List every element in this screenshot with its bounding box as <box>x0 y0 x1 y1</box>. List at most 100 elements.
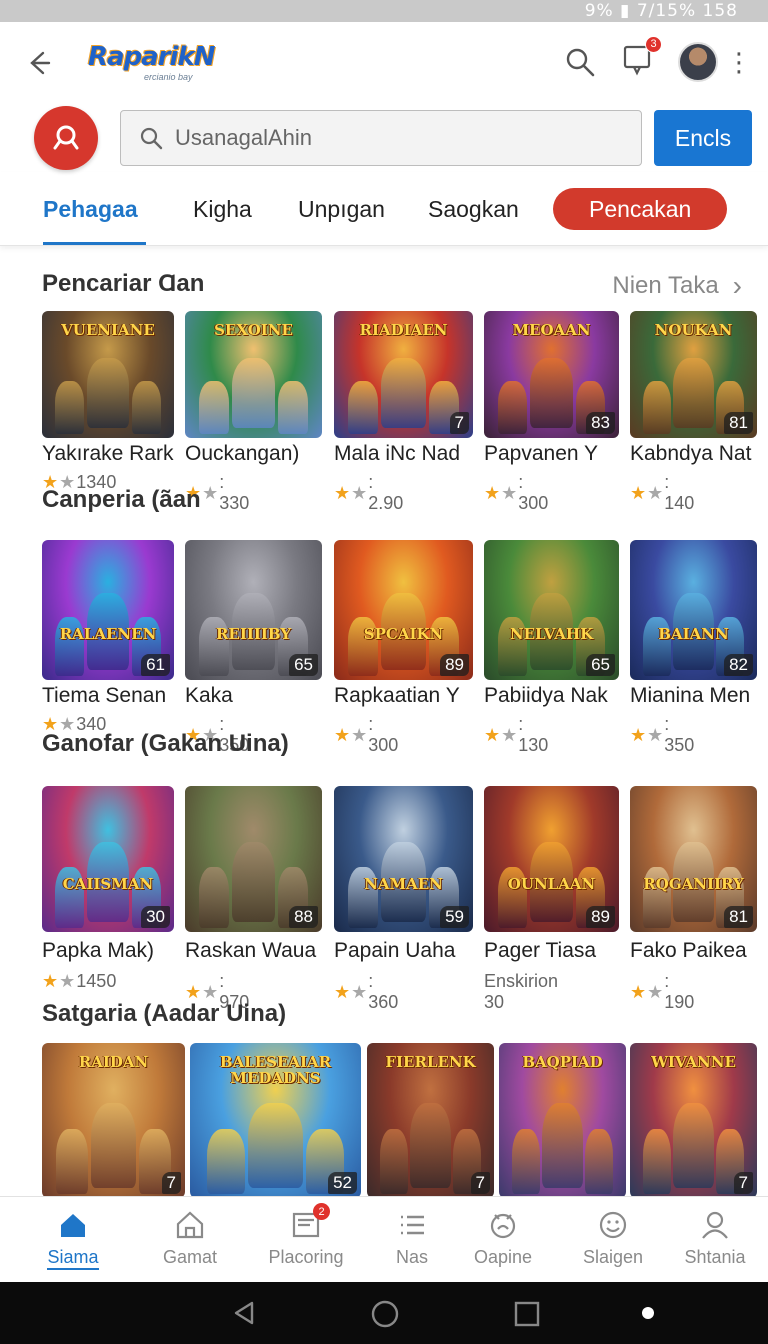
nav-label: Slaigen <box>582 1247 644 1267</box>
character-figure <box>248 1102 303 1188</box>
character-figure <box>131 380 161 434</box>
level-badge: 59 <box>440 906 469 928</box>
tab-saogkan[interactable]: Saogkan <box>428 196 519 223</box>
nav-item-siama[interactable]: Siama <box>18 1209 128 1270</box>
game-thumbnail[interactable]: FIERLENK 7 <box>367 1043 494 1196</box>
game-thumbnail[interactable]: BALESEAIAR MEDADNS 52 <box>190 1043 361 1196</box>
tab-kigha[interactable]: Kigha <box>193 196 252 223</box>
character-figure <box>231 841 276 922</box>
nav-item-placoring[interactable]: 2 Placoring <box>251 1203 361 1268</box>
smile-icon <box>599 1211 627 1239</box>
game-thumbnail[interactable]: MEOAAN 83 <box>484 311 619 438</box>
back-nav-icon[interactable] <box>232 1300 256 1326</box>
game-thumbnail[interactable]: RAIDAN 7 <box>42 1043 185 1196</box>
game-name: Tiema Senan <box>42 684 167 707</box>
see-more-link[interactable]: Nien Taka › <box>612 270 742 302</box>
game-art-title: FIERLENK <box>385 1053 476 1071</box>
level-badge: 61 <box>141 654 170 676</box>
search-placeholder: UsanagalAhin <box>175 125 312 150</box>
nav-label: Nas <box>395 1247 428 1267</box>
game-art-title: BAIANN <box>658 624 729 643</box>
app-bar: RaparikN ercianio bay 3 ⋮ <box>0 22 768 104</box>
game-name: Papvanen Y <box>484 442 599 465</box>
character-figure <box>381 358 426 428</box>
nav-item-oapine[interactable]: Oapine <box>448 1209 558 1268</box>
game-thumbnail[interactable]: REIIIIBY 65 <box>185 540 322 680</box>
character-figure <box>542 1102 583 1188</box>
game-thumbnail[interactable]: RIADIAEN 7 <box>334 311 473 438</box>
game-art-title: CAIISMAN <box>62 874 154 893</box>
character-figure <box>86 358 130 428</box>
game-thumbnail[interactable]: NAMAEN 59 <box>334 786 473 932</box>
game-art-title: MEOAAN <box>512 321 591 339</box>
game-thumbnail[interactable]: BAIANN 82 <box>630 540 757 680</box>
game-art-title: REIIIIBY <box>215 624 292 643</box>
character-figure <box>347 380 379 434</box>
character-figure <box>56 1128 88 1194</box>
nav-label: Shtania <box>684 1247 746 1267</box>
game-art-title: NELVAHK <box>509 624 594 643</box>
game-name: Pabiidya Nak <box>484 684 608 707</box>
list-icon <box>401 1215 424 1235</box>
system-navigation-bar <box>0 1282 768 1344</box>
game-thumbnail[interactable]: SPCAIKN 89 <box>334 540 473 680</box>
game-thumbnail[interactable]: 88 <box>185 786 322 932</box>
nav-item-shtania[interactable]: Shtania <box>660 1209 768 1268</box>
game-thumbnail[interactable]: VUENIANE <box>42 311 174 438</box>
game-thumbnail[interactable]: CAIISMAN 30 <box>42 786 174 932</box>
search-icon[interactable] <box>564 46 596 78</box>
search-icon <box>53 125 79 150</box>
search-input[interactable]: UsanagalAhin <box>120 110 642 166</box>
game-name: Raskan Waua <box>185 939 317 962</box>
game-section: Ganofar (Gakan Uina) CAIISMAN 30 Papka Mak)… <box>0 726 768 1012</box>
game-thumbnail[interactable]: WIVANNE 7 <box>630 1043 757 1196</box>
tab-pehagaa[interactable]: Pehagaa <box>43 196 146 245</box>
game-thumbnail[interactable]: BAQPIAD <box>499 1043 626 1196</box>
tab-pencakan[interactable]: Pencakan <box>553 188 728 230</box>
section-title: Ganofar (Gakan Uina) <box>42 730 289 757</box>
character-figure <box>231 358 276 428</box>
level-badge: 7 <box>449 412 469 434</box>
character-figure <box>642 380 671 434</box>
nav-label: Oapine <box>473 1247 533 1267</box>
nav-item-gamat[interactable]: Gamat <box>135 1209 245 1268</box>
game-thumbnail[interactable]: NELVAHK 65 <box>484 540 619 680</box>
character-figure <box>497 380 528 434</box>
recents-nav-icon[interactable] <box>514 1301 540 1327</box>
game-name: Kaka <box>185 684 233 707</box>
status-text: 9% ▮ 7/15% 158 <box>584 1 738 21</box>
level-badge: 7 <box>470 1172 490 1194</box>
game-art-title: BALESEAIAR MEDADNS <box>219 1053 332 1087</box>
arrow-left-icon <box>30 51 51 75</box>
character-figure <box>410 1102 451 1188</box>
search-submit-button[interactable]: Encls <box>654 110 752 166</box>
level-badge: 65 <box>586 654 615 676</box>
nav-label: Gamat <box>162 1247 218 1267</box>
game-thumbnail[interactable]: SEXOINE <box>185 311 322 438</box>
magnifier-icon <box>140 127 163 150</box>
game-thumbnail[interactable]: NOUKAN 81 <box>630 311 757 438</box>
tab-unpigan[interactable]: Unpıgan <box>298 196 385 223</box>
character-figure <box>511 1128 540 1194</box>
game-art-title: OUNLAAN <box>507 874 596 893</box>
notifications-button[interactable]: 3 <box>622 35 662 81</box>
avatar[interactable] <box>678 42 718 82</box>
see-more-label: Nien Taka <box>612 272 719 299</box>
game-name: Papka Mak) <box>42 939 155 962</box>
game-art-title: RQGANIIRY <box>643 874 744 893</box>
game-name: Ouckangan) <box>185 442 300 465</box>
game-thumbnail[interactable]: RALAENEN 61 <box>42 540 174 680</box>
level-badge: 81 <box>724 906 753 928</box>
game-art-title: RALAENEN <box>59 624 157 643</box>
game-name: Rapkaatian Y <box>334 684 460 707</box>
nav-item-slaigen[interactable]: Slaigen <box>558 1209 668 1268</box>
search-action-button[interactable] <box>34 106 98 170</box>
home-nav-icon[interactable] <box>370 1299 400 1329</box>
game-thumbnail[interactable]: RQGANIIRY 81 <box>630 786 757 932</box>
assistant-dot-icon[interactable] <box>642 1307 654 1319</box>
game-thumbnail[interactable]: OUNLAAN 89 <box>484 786 619 932</box>
back-button[interactable] <box>18 43 58 83</box>
level-badge: 88 <box>289 906 318 928</box>
game-art-title: RAIDAN <box>78 1053 149 1071</box>
more-options-icon[interactable]: ⋮ <box>726 49 752 75</box>
